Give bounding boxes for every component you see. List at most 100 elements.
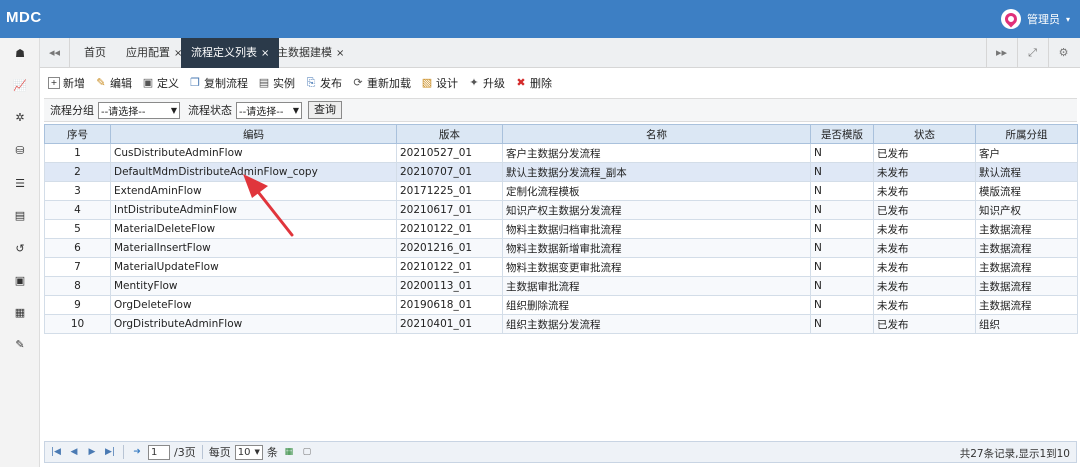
- table-row[interactable]: 4 IntDistributeAdminFlow 20210617_01 知识产权主数…: [44, 200, 1078, 220]
- reload-icon: ⟳: [353, 76, 363, 89]
- close-icon[interactable]: ×: [336, 48, 344, 59]
- table-cell: N: [810, 314, 874, 334]
- table-cell: 未发布: [873, 181, 976, 201]
- first-page-icon[interactable]: |◀: [49, 447, 63, 457]
- chart-icon[interactable]: 📈: [0, 75, 40, 95]
- group-filter-select[interactable]: --请选择-- ▼: [98, 101, 180, 119]
- table-row[interactable]: 6 MaterialInsertFlow 20201216_01 物料主数据新增审批流…: [44, 238, 1078, 258]
- divider: [201, 445, 203, 459]
- table-cell: 20210617_01: [396, 200, 503, 220]
- tab-master-data-modeling[interactable]: 主数据建模 ×: [267, 38, 354, 68]
- divider: [123, 445, 124, 459]
- upgrade-button[interactable]: ✦ 升级: [468, 75, 505, 91]
- reload-button[interactable]: ⟳ 重新加载: [352, 75, 411, 91]
- table-cell: 物料主数据新增审批流程: [502, 238, 811, 258]
- table-row[interactable]: 7 MaterialUpdateFlow 20210122_01 物料主数据变更审批流…: [44, 257, 1078, 277]
- tab-scroll-right-icon[interactable]: ▸▸: [986, 38, 1016, 68]
- table-row[interactable]: 3 ExtendAminFlow 20171225_01 定制化流程模板 N 未发布 模版流…: [44, 181, 1078, 201]
- table-row[interactable]: 9 OrgDeleteFlow 20190618_01 组织删除流程 N 未发布 主数据流程: [44, 295, 1078, 315]
- column-header[interactable]: 名称: [502, 124, 811, 144]
- table-cell: 20210707_01: [396, 162, 503, 182]
- table-cell: 20210122_01: [396, 219, 503, 239]
- fullscreen-icon[interactable]: ⤢: [1017, 38, 1047, 68]
- user-name[interactable]: 管理员: [1027, 11, 1060, 27]
- table-cell: MentityFlow: [110, 276, 397, 296]
- film-icon[interactable]: ▣: [0, 270, 40, 290]
- publish-button[interactable]: ⎘ 发布: [305, 75, 342, 91]
- table-cell: 物料主数据归档审批流程: [502, 219, 811, 239]
- table-row[interactable]: 1 CusDistributeAdminFlow 20210527_01 客户主数据分…: [44, 143, 1078, 163]
- spinner-icon[interactable]: ✲: [0, 107, 40, 127]
- table-cell: 组织主数据分发流程: [502, 314, 811, 334]
- table-cell: 未发布: [873, 238, 976, 258]
- list-icon[interactable]: ☰: [0, 173, 40, 193]
- go-page-icon[interactable]: ➜: [130, 447, 144, 457]
- column-header[interactable]: 版本: [396, 124, 503, 144]
- table-cell: 20171225_01: [396, 181, 503, 201]
- prev-page-icon[interactable]: ◀: [67, 447, 81, 457]
- export-excel-icon[interactable]: ▦: [282, 447, 296, 457]
- instance-button[interactable]: ▤ 实例: [258, 75, 295, 91]
- copy-process-button[interactable]: ❐ 复制流程: [189, 75, 248, 91]
- table-cell: MaterialUpdateFlow: [110, 257, 397, 277]
- next-page-icon[interactable]: ▶: [85, 447, 99, 457]
- table-cell: N: [810, 295, 874, 315]
- document-icon[interactable]: ▢: [300, 447, 314, 457]
- table-row[interactable]: 2 DefaultMdmDistributeAdminFlow_copy 20210…: [44, 162, 1078, 182]
- table-cell: 未发布: [873, 276, 976, 296]
- column-header[interactable]: 是否模版: [810, 124, 874, 144]
- table-row[interactable]: 10 OrgDistributeAdminFlow 20210401_01 组织主数据…: [44, 314, 1078, 334]
- table-cell: N: [810, 257, 874, 277]
- table-cell: 主数据审批流程: [502, 276, 811, 296]
- define-button[interactable]: ▣ 定义: [142, 75, 179, 91]
- database-icon[interactable]: ⛁: [0, 140, 40, 160]
- status-filter-select[interactable]: --请选择-- ▼: [236, 101, 302, 119]
- tab-home[interactable]: 首页: [74, 38, 116, 68]
- table-cell: N: [810, 276, 874, 296]
- table-header-row: 序号 编码 版本 名称 是否模版 状态 所属分组: [44, 124, 1078, 144]
- column-header[interactable]: 编码: [110, 124, 397, 144]
- table-cell: N: [810, 219, 874, 239]
- column-header[interactable]: 所属分组: [975, 124, 1078, 144]
- column-header[interactable]: 状态: [873, 124, 976, 144]
- table-cell: MaterialDeleteFlow: [110, 219, 397, 239]
- table-row[interactable]: 5 MaterialDeleteFlow 20210122_01 物料主数据归档审批流…: [44, 219, 1078, 239]
- history-icon[interactable]: ↺: [0, 238, 40, 258]
- query-button[interactable]: 查询: [308, 101, 342, 119]
- table-cell: CusDistributeAdminFlow: [110, 143, 397, 163]
- edit-button[interactable]: ✎ 编辑: [95, 75, 132, 91]
- add-button[interactable]: + 新增: [48, 75, 85, 91]
- table-cell: 已发布: [873, 314, 976, 334]
- table-cell: 20210527_01: [396, 143, 503, 163]
- table-cell: DefaultMdmDistributeAdminFlow_copy: [110, 162, 397, 182]
- tab-scroll-left-icon[interactable]: ◂◂: [40, 38, 70, 68]
- column-header[interactable]: 序号: [44, 124, 111, 144]
- gear-icon[interactable]: ⚙: [1048, 38, 1078, 68]
- table-cell: 5: [44, 219, 111, 239]
- tab-process-definitions[interactable]: 流程定义列表 ×: [181, 38, 280, 68]
- archive-icon[interactable]: ▦: [0, 302, 40, 322]
- table-icon[interactable]: ▤: [0, 205, 40, 225]
- last-page-icon[interactable]: ▶|: [103, 447, 117, 457]
- chevron-down-icon[interactable]: ▾: [1066, 15, 1070, 24]
- table-cell: N: [810, 238, 874, 258]
- user-menu[interactable]: 管理员 ▾: [1000, 9, 1070, 29]
- design-button[interactable]: ▧ 设计: [421, 75, 458, 91]
- table-cell: 6: [44, 238, 111, 258]
- table-row[interactable]: 8 MentityFlow 20200113_01 主数据审批流程 N 未发布 主数据流程: [44, 276, 1078, 296]
- delete-icon: ✖: [516, 76, 526, 89]
- table-cell: 20210122_01: [396, 257, 503, 277]
- total-pages: /3页: [174, 446, 196, 459]
- page-input[interactable]: 1: [148, 444, 170, 460]
- table-cell: N: [810, 143, 874, 163]
- table-cell: 已发布: [873, 143, 976, 163]
- table-cell: 主数据流程: [975, 238, 1078, 258]
- wrench-icon[interactable]: ✎: [0, 334, 40, 354]
- home-icon[interactable]: ☗: [0, 43, 40, 63]
- delete-button[interactable]: ✖ 删除: [515, 75, 552, 91]
- per-page-select[interactable]: 10 ▼: [234, 444, 263, 460]
- user-avatar-icon[interactable]: [1000, 9, 1021, 29]
- table-cell: 1: [44, 143, 111, 163]
- table-cell: 已发布: [873, 200, 976, 220]
- table-cell: 未发布: [873, 295, 976, 315]
